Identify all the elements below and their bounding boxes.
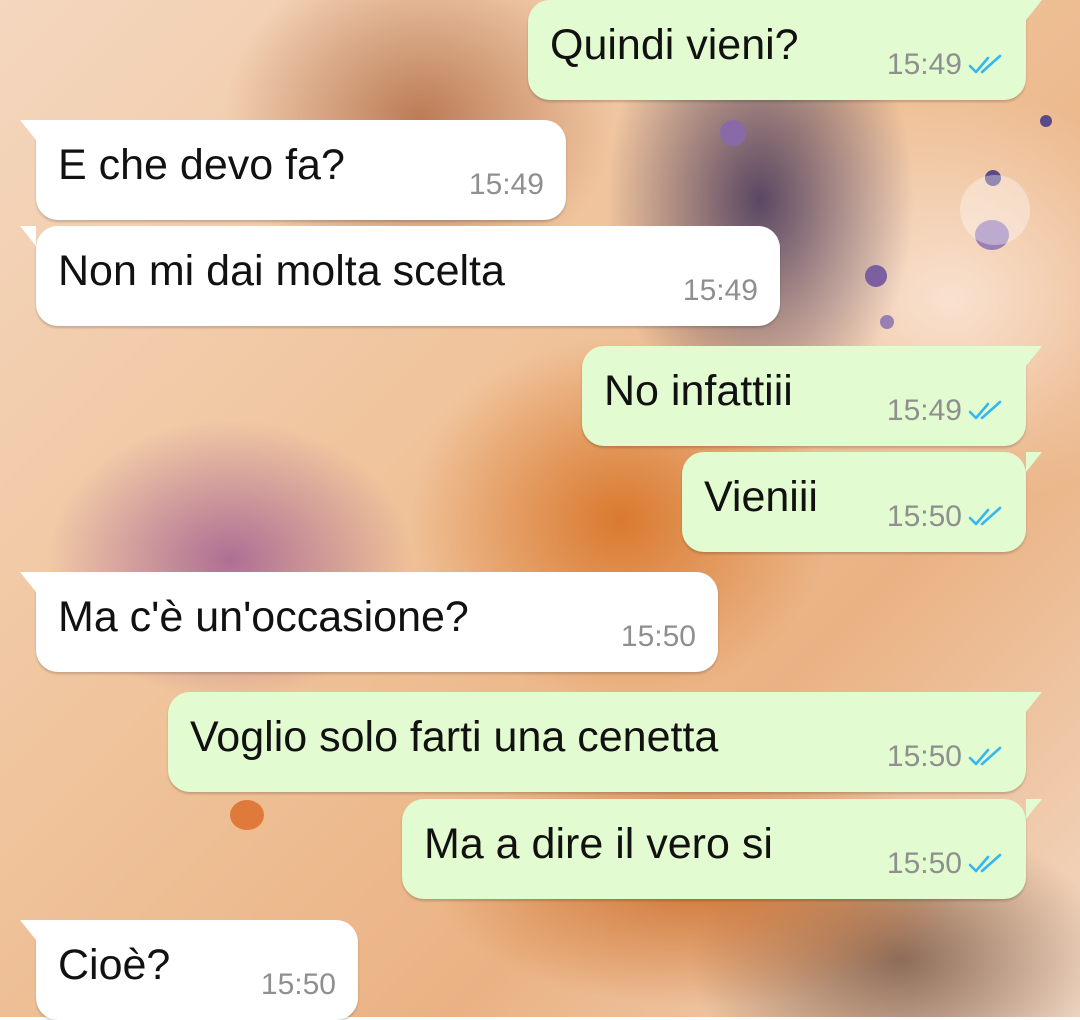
message-meta: 15:50 xyxy=(261,968,336,1002)
message-meta: 15:50 xyxy=(887,500,1004,534)
message-timestamp: 15:50 xyxy=(886,500,962,533)
message-timestamp: 15:50 xyxy=(886,740,962,773)
message-bubble-incoming[interactable]: E che devo fa? 15:49 xyxy=(20,120,566,220)
message-bubble-outgoing[interactable]: Vieniii 15:50 xyxy=(682,452,1042,552)
wallpaper-splash xyxy=(720,120,746,146)
message-bubble-incoming[interactable]: Ma c'è un'occasione? 15:50 xyxy=(20,572,718,672)
message-timestamp: 15:49 xyxy=(886,48,962,81)
message-meta: 15:50 xyxy=(887,847,1004,881)
message-meta: 15:49 xyxy=(887,48,1004,82)
message-timestamp: 15:50 xyxy=(886,847,962,880)
message-timestamp: 15:49 xyxy=(468,168,544,201)
message-timestamp: 15:50 xyxy=(260,968,336,1001)
message-text: Ma a dire il vero si xyxy=(424,820,773,868)
message-text: No infattiii xyxy=(604,367,793,415)
message-text: Cioè? xyxy=(58,941,171,989)
wallpaper-splash xyxy=(1040,115,1052,127)
double-check-icon xyxy=(968,746,1002,766)
message-bubble-outgoing[interactable]: Voglio solo farti una cenetta 15:50 xyxy=(168,692,1042,792)
message-bubble-outgoing[interactable]: Ma a dire il vero si 15:50 xyxy=(402,799,1042,899)
double-check-icon xyxy=(968,506,1002,526)
message-meta: 15:49 xyxy=(683,274,758,308)
wallpaper-splash xyxy=(960,175,1030,245)
message-meta: 15:50 xyxy=(887,740,1004,774)
double-check-icon xyxy=(968,853,1002,873)
message-text: Quindi vieni? xyxy=(550,21,799,69)
message-text: Voglio solo farti una cenetta xyxy=(190,713,719,761)
message-meta: 15:50 xyxy=(621,620,696,654)
wallpaper-splash xyxy=(865,265,887,287)
message-meta: 15:49 xyxy=(887,394,1004,428)
message-bubble-outgoing[interactable]: No infattiii 15:49 xyxy=(582,346,1042,446)
message-timestamp: 15:49 xyxy=(886,394,962,427)
message-bubble-incoming[interactable]: Non mi dai molta scelta 15:49 xyxy=(20,226,780,326)
message-meta: 15:49 xyxy=(469,168,544,202)
message-bubble-incoming[interactable]: Cioè? 15:50 xyxy=(20,920,358,1020)
double-check-icon xyxy=(968,400,1002,420)
wallpaper-splash xyxy=(880,315,894,329)
message-text: E che devo fa? xyxy=(58,141,345,189)
message-text: Vieniii xyxy=(704,473,818,521)
double-check-icon xyxy=(968,54,1002,74)
message-timestamp: 15:49 xyxy=(682,274,758,307)
message-text: Ma c'è un'occasione? xyxy=(58,593,469,641)
message-timestamp: 15:50 xyxy=(620,620,696,653)
message-bubble-outgoing[interactable]: Quindi vieni? 15:49 xyxy=(528,0,1042,100)
wallpaper-splash xyxy=(230,800,264,830)
message-text: Non mi dai molta scelta xyxy=(58,247,505,295)
